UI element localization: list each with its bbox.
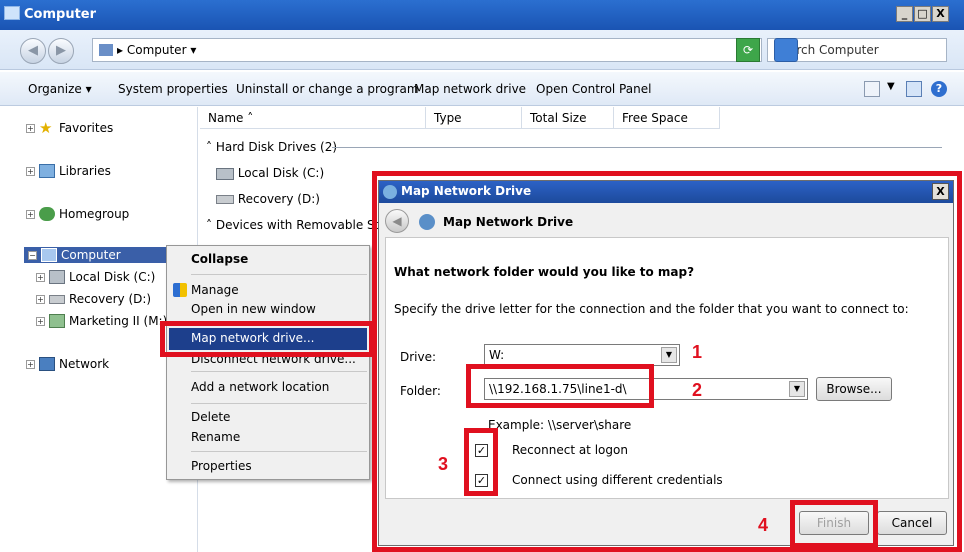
refresh-icon[interactable]: ⟳ <box>736 38 760 62</box>
expand-icon[interactable]: + <box>26 209 35 219</box>
preview-pane-icon[interactable] <box>906 81 922 97</box>
expand-icon[interactable]: + <box>26 123 35 133</box>
menu-separator <box>191 371 367 372</box>
address-bar-area: ◀ ▶ ▸ Computer ▾ ▼ ⟳ Search Computer <box>0 30 964 70</box>
help-icon[interactable]: ? <box>931 81 947 97</box>
group-hard-disks[interactable]: ˄ Hard Disk Drives (2) <box>206 140 337 154</box>
breadcrumb-computer[interactable]: Computer <box>127 43 187 57</box>
expand-icon[interactable]: + <box>26 359 35 369</box>
search-icon[interactable] <box>774 38 798 62</box>
nav-computer[interactable]: − Computer <box>24 247 174 263</box>
menu-separator <box>191 403 367 404</box>
computer-icon <box>4 6 20 20</box>
menu-separator <box>191 274 367 275</box>
nav-network[interactable]: + Network <box>26 357 109 371</box>
network-drive-icon <box>49 314 65 328</box>
menu-manage[interactable]: Manage <box>191 283 239 297</box>
nav-local-disk[interactable]: + Local Disk (C:) <box>36 270 155 284</box>
menu-rename[interactable]: Rename <box>191 430 240 444</box>
map-network-drive-button[interactable]: Map network drive <box>414 82 526 96</box>
network-icon <box>39 357 55 371</box>
list-item-drive-c[interactable]: Local Disk (C:) <box>216 166 324 180</box>
group-removable[interactable]: ˄ Devices with Removable Sto <box>206 218 387 232</box>
list-item-drive-d[interactable]: Recovery (D:) <box>216 192 320 206</box>
star-icon: ★ <box>39 119 53 137</box>
drive-icon <box>49 294 65 304</box>
hard-disk-icon <box>49 270 65 284</box>
column-total-size[interactable]: Total Size <box>522 107 614 129</box>
menu-properties[interactable]: Properties <box>191 459 252 473</box>
search-input[interactable]: Search Computer <box>767 38 947 62</box>
hard-disk-icon <box>216 167 234 180</box>
window-title: Computer <box>24 7 97 22</box>
expand-icon[interactable]: + <box>26 166 35 176</box>
nav-libraries[interactable]: + Libraries <box>26 164 111 178</box>
view-options-icon[interactable] <box>864 81 880 97</box>
drive-icon <box>216 195 234 204</box>
expand-icon[interactable]: + <box>36 316 45 326</box>
expand-icon[interactable]: + <box>36 294 45 304</box>
menu-separator <box>191 451 367 452</box>
uninstall-program-button[interactable]: Uninstall or change a program <box>236 82 419 96</box>
group-divider <box>332 147 942 148</box>
highlight-box-checkboxes <box>464 428 498 496</box>
menu-delete[interactable]: Delete <box>191 410 230 424</box>
libraries-icon <box>39 164 55 178</box>
menu-add-network-location[interactable]: Add a network location <box>191 380 329 394</box>
computer-icon <box>99 44 113 56</box>
annotation-number-3: 3 <box>438 454 449 474</box>
system-properties-button[interactable]: System properties <box>118 82 228 96</box>
command-toolbar: Organize ▾ System properties Uninstall o… <box>0 72 964 106</box>
column-free-space[interactable]: Free Space <box>614 107 720 129</box>
close-button[interactable]: X <box>932 6 949 22</box>
forward-button[interactable]: ▶ <box>48 38 74 64</box>
collapse-icon[interactable]: − <box>28 250 37 260</box>
nav-recovery[interactable]: + Recovery (D:) <box>36 292 151 306</box>
maximize-button[interactable]: □ <box>914 6 931 22</box>
nav-favorites[interactable]: + ★ Favorites <box>26 119 113 137</box>
nav-marketing[interactable]: + Marketing II (M:) <box>36 314 167 328</box>
expand-icon[interactable]: + <box>36 272 45 282</box>
annotation-number-2: 2 <box>692 380 703 400</box>
column-name[interactable]: Name ˄ <box>200 107 426 129</box>
annotation-number-4: 4 <box>758 515 769 535</box>
highlight-box-dialog <box>372 171 962 552</box>
column-type[interactable]: Type <box>426 107 522 129</box>
menu-collapse[interactable]: Collapse <box>191 252 248 266</box>
address-input[interactable]: ▸ Computer ▾ ▼ <box>92 38 762 62</box>
open-control-panel-button[interactable]: Open Control Panel <box>536 82 651 96</box>
homegroup-icon <box>39 207 55 221</box>
view-dropdown-icon[interactable]: ▼ <box>887 81 895 92</box>
back-button[interactable]: ◀ <box>20 38 46 64</box>
window-title-bar: Computer _ □ X <box>0 0 964 30</box>
computer-icon <box>41 248 57 262</box>
highlight-box-finish <box>790 500 878 548</box>
minimize-button[interactable]: _ <box>896 6 913 22</box>
highlight-box-menu <box>160 321 374 357</box>
annotation-number-1: 1 <box>692 342 703 362</box>
highlight-box-folder <box>466 364 654 408</box>
menu-open-new-window[interactable]: Open in new window <box>191 302 316 316</box>
nav-homegroup[interactable]: + Homegroup <box>26 207 129 221</box>
context-menu: Collapse Manage Open in new window Map n… <box>166 245 370 480</box>
shield-icon <box>173 283 187 297</box>
organize-button[interactable]: Organize ▾ <box>28 82 92 96</box>
